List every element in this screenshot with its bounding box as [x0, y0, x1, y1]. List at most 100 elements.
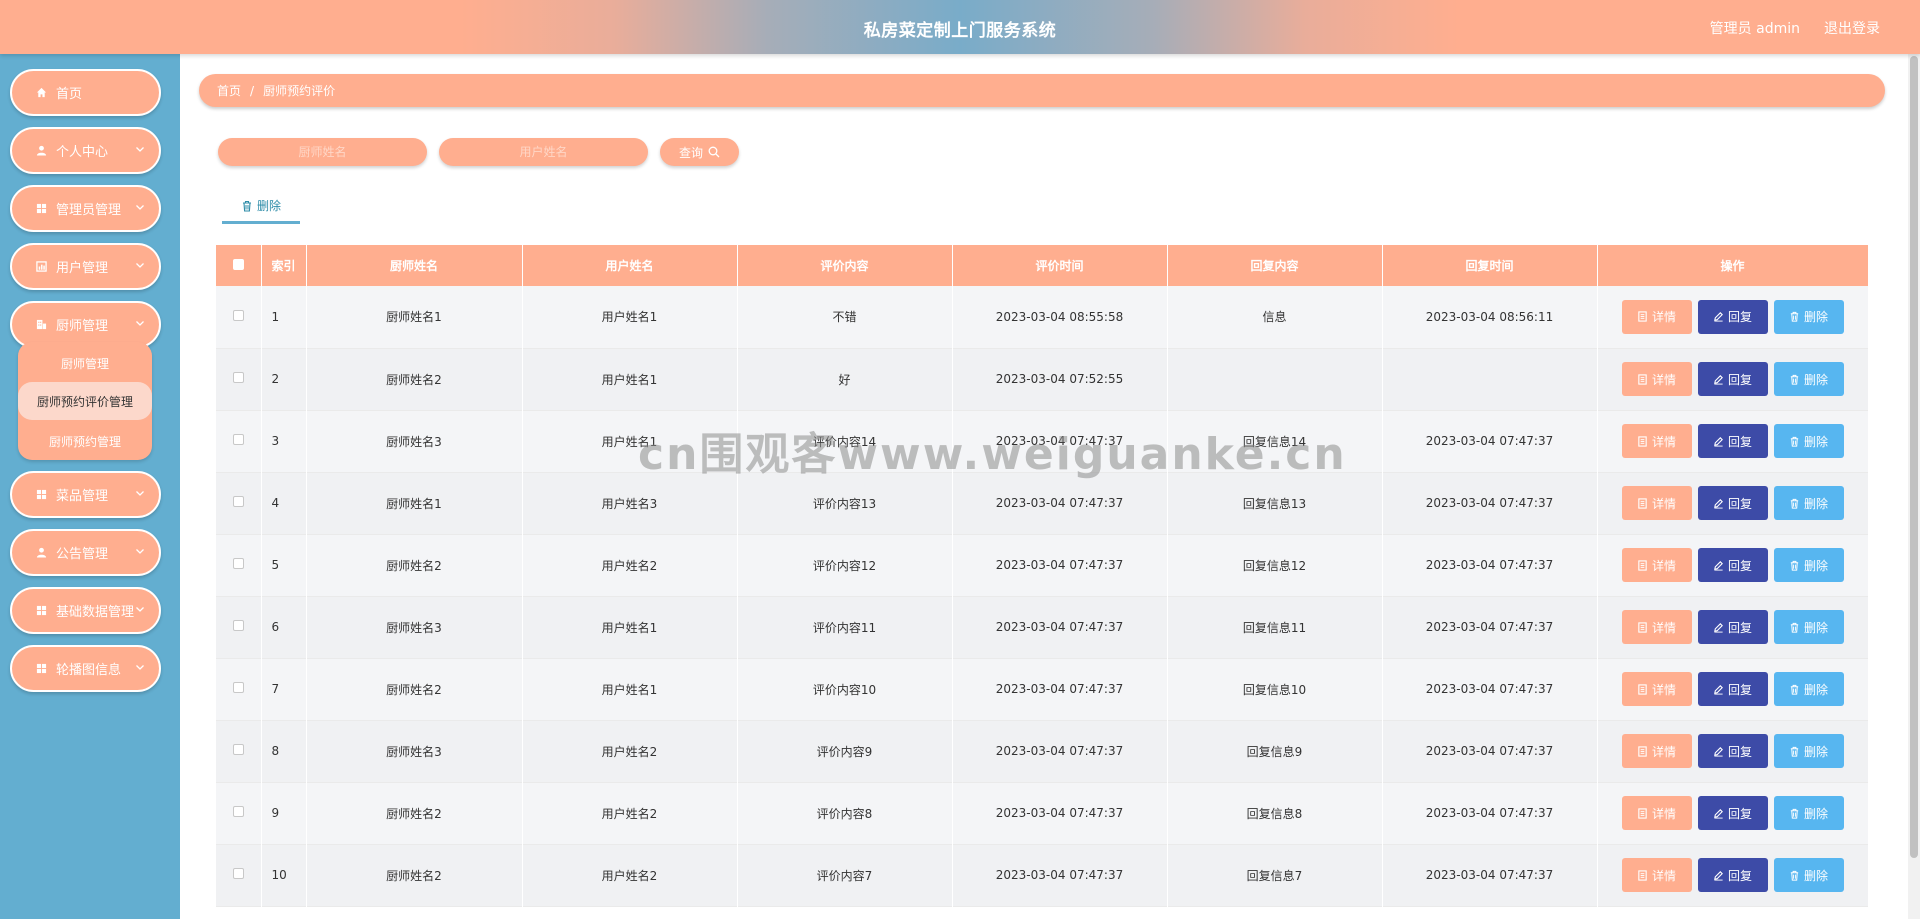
user-name-cell: 用户姓名1	[522, 286, 738, 348]
column-header: 厨师姓名	[306, 245, 523, 286]
sidebar-item-home[interactable]: 首页	[10, 69, 161, 116]
scrollbar-thumb[interactable]	[1910, 56, 1918, 858]
delete-button[interactable]: 删除	[1773, 299, 1844, 334]
sidebar-item-notice-management[interactable]: 公告管理	[10, 529, 161, 576]
delete-button[interactable]: 删除	[1773, 672, 1844, 706]
row-checkbox[interactable]	[232, 434, 244, 445]
review-content-cell: 不错	[737, 286, 953, 348]
review-content-cell: 好	[737, 348, 953, 410]
sidebar-item-admin-management[interactable]: 管理员管理	[10, 185, 161, 232]
row-checkbox[interactable]	[232, 806, 244, 817]
table-row: 4 厨师姓名1 用户姓名3 评价内容13 2023-03-04 07:47:37 回复信息…	[216, 472, 1869, 534]
reply-label: 回复	[1727, 806, 1752, 821]
submenu-item-chef-review-management[interactable]: 厨师预约评价管理	[18, 382, 152, 420]
batch-delete-button[interactable]: 删除	[222, 190, 300, 224]
delete-button[interactable]: 删除	[1773, 610, 1844, 644]
delete-button[interactable]: 删除	[1773, 362, 1844, 396]
reply-button[interactable]: 回复	[1697, 672, 1768, 706]
chevron-down-icon	[135, 260, 145, 273]
edit-icon	[1713, 311, 1724, 322]
detail-label: 详情	[1651, 372, 1676, 387]
chef-name-cell: 厨师姓名2	[306, 844, 523, 906]
reply-content-cell	[1167, 348, 1383, 410]
detail-button[interactable]: 详情	[1621, 486, 1692, 520]
sidebar-item-basic-data-management[interactable]: 基础数据管理	[10, 587, 161, 634]
delete-label: 删除	[1803, 310, 1828, 325]
sidebar-item-carousel-info[interactable]: 轮播图信息	[10, 645, 161, 692]
reply-content-cell: 信息	[1167, 286, 1383, 348]
sidebar-item-label: 菜品管理	[56, 489, 109, 504]
row-checkbox[interactable]	[232, 309, 244, 321]
edit-icon	[1713, 684, 1724, 695]
sidebar-item-user-management[interactable]: 用户管理	[10, 243, 161, 290]
delete-button[interactable]: 删除	[1773, 858, 1844, 892]
user-name-cell: 用户姓名2	[522, 782, 738, 844]
delete-button[interactable]: 删除	[1773, 796, 1844, 830]
reply-button[interactable]: 回复	[1697, 548, 1768, 582]
detail-button[interactable]: 详情	[1621, 299, 1692, 334]
row-checkbox[interactable]	[232, 868, 244, 879]
table-row: 6 厨师姓名3 用户姓名1 评价内容11 2023-03-04 07:47:37 回复信息…	[216, 596, 1869, 658]
reply-button[interactable]: 回复	[1697, 362, 1768, 396]
edit-icon	[1713, 870, 1724, 881]
sidebar-item-personal-center[interactable]: 个人中心	[10, 127, 161, 174]
review-time-cell: 2023-03-04 07:47:37	[952, 472, 1168, 534]
sidebar-item-dish-management[interactable]: 菜品管理	[10, 471, 161, 518]
user-name-cell: 用户姓名1	[522, 658, 738, 720]
reply-content-cell: 回复信息12	[1167, 534, 1383, 596]
edit-icon	[1713, 746, 1724, 757]
row-select-cell	[216, 472, 262, 534]
detail-button[interactable]: 详情	[1621, 858, 1692, 892]
row-checkbox[interactable]	[232, 620, 244, 631]
reply-label: 回复	[1727, 372, 1752, 387]
logout-link[interactable]: 退出登录	[1824, 18, 1880, 38]
query-button[interactable]: 查询	[660, 138, 739, 166]
reply-button[interactable]: 回复	[1697, 796, 1768, 830]
index-cell: 6	[261, 596, 307, 658]
detail-button[interactable]: 详情	[1621, 734, 1692, 768]
select-all-cell	[216, 245, 262, 286]
detail-button[interactable]: 详情	[1621, 424, 1692, 458]
reply-button[interactable]: 回复	[1697, 734, 1768, 768]
detail-button[interactable]: 详情	[1621, 796, 1692, 830]
chef-name-cell: 厨师姓名1	[306, 472, 523, 534]
detail-button[interactable]: 详情	[1621, 672, 1692, 706]
row-checkbox[interactable]	[232, 372, 244, 383]
delete-button[interactable]: 删除	[1773, 424, 1844, 458]
submenu-item-chef-management[interactable]: 厨师管理	[18, 344, 152, 382]
chef-name-search-input[interactable]	[218, 138, 427, 166]
reply-time-cell	[1382, 348, 1598, 410]
reply-button[interactable]: 回复	[1697, 610, 1768, 644]
chef-name-cell: 厨师姓名3	[306, 720, 523, 782]
reply-button[interactable]: 回复	[1697, 424, 1768, 458]
row-checkbox[interactable]	[232, 558, 244, 569]
detail-label: 详情	[1651, 310, 1676, 325]
reply-button[interactable]: 回复	[1697, 299, 1768, 334]
submenu-item-chef-booking-management[interactable]: 厨师预约管理	[18, 422, 152, 460]
select-all-checkbox[interactable]	[232, 258, 244, 270]
delete-button[interactable]: 删除	[1773, 734, 1844, 768]
row-select-cell	[216, 844, 262, 906]
chef-name-cell: 厨师姓名1	[306, 286, 523, 348]
sidebar-item-label: 首页	[56, 87, 83, 102]
trash-icon	[1789, 311, 1800, 322]
detail-button[interactable]: 详情	[1621, 362, 1692, 396]
index-cell: 4	[261, 472, 307, 534]
reply-content-cell: 回复信息11	[1167, 596, 1383, 658]
delete-button[interactable]: 删除	[1773, 548, 1844, 582]
reply-label: 回复	[1727, 868, 1752, 883]
user-name-search-input[interactable]	[439, 138, 648, 166]
sidebar-item-chef-management[interactable]: 厨师管理	[10, 301, 161, 348]
detail-button[interactable]: 详情	[1621, 548, 1692, 582]
reply-button[interactable]: 回复	[1697, 486, 1768, 520]
row-checkbox[interactable]	[232, 744, 244, 755]
reply-button[interactable]: 回复	[1697, 858, 1768, 892]
row-checkbox[interactable]	[232, 682, 244, 693]
reply-content-cell: 回复信息7	[1167, 844, 1383, 906]
table-row: 2 厨师姓名2 用户姓名1 好 2023-03-04 07:52:55 详情 回复 删除	[216, 348, 1869, 410]
row-checkbox[interactable]	[232, 496, 244, 507]
breadcrumb-home[interactable]: 首页	[217, 82, 241, 99]
detail-button[interactable]: 详情	[1621, 610, 1692, 644]
delete-button[interactable]: 删除	[1773, 486, 1844, 520]
sidebar-item-label: 基础数据管理	[56, 605, 135, 620]
